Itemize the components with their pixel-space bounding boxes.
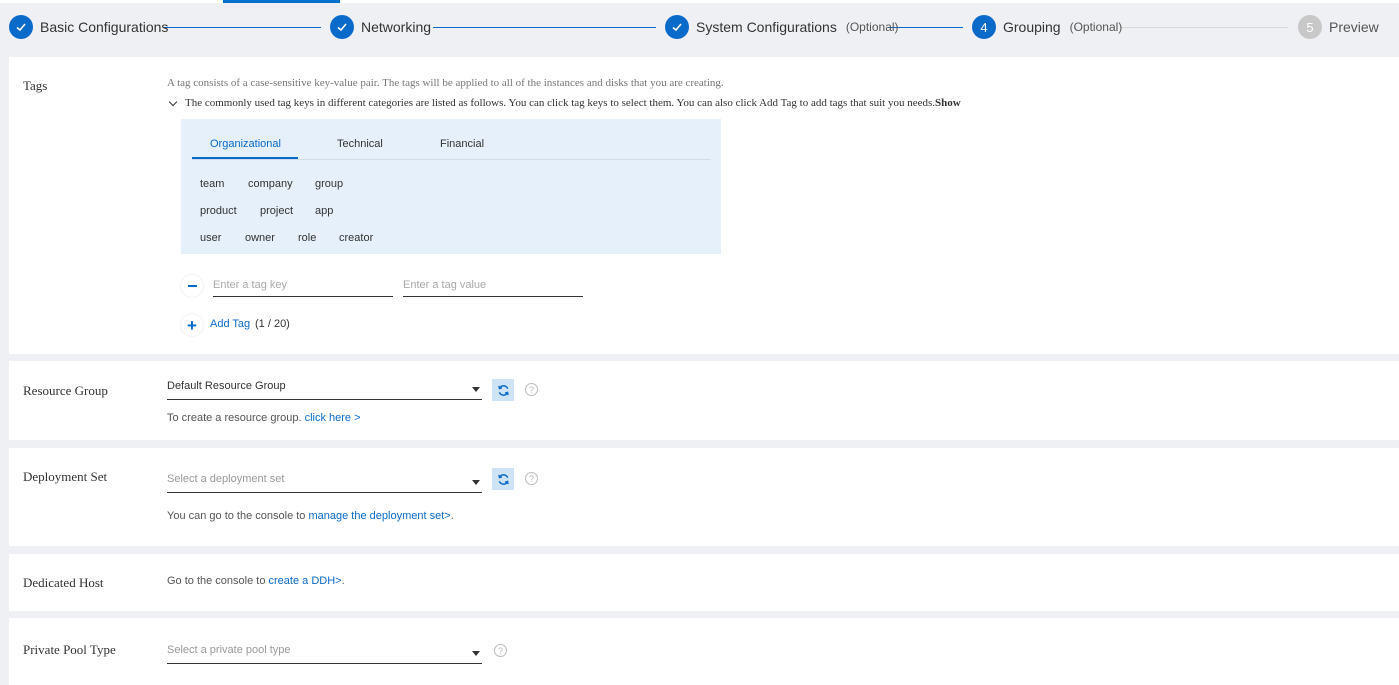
resource-group-note: To create a resource group. click here > (167, 412, 361, 424)
step-optional: (Optional) (845, 20, 899, 34)
tags-section: Tags A tag consists of a case-sensitive … (9, 57, 1399, 354)
step-connector (433, 27, 656, 28)
tag-value-input[interactable]: Enter a tag value (403, 275, 583, 297)
tag-key[interactable]: project (260, 205, 293, 217)
step-system-configurations[interactable]: System Configurations (Optional) (665, 15, 899, 39)
step-optional: (Optional) (1069, 20, 1123, 34)
refresh-button[interactable] (492, 379, 514, 401)
note-suffix: . (341, 575, 345, 587)
tags-description: A tag consists of a case-sensitive key-v… (167, 77, 724, 89)
note-text: Go to the console to (167, 575, 266, 587)
wizard-steps: Basic Configurations Networking System C… (0, 3, 1399, 57)
dedicated-host-note: Go to the console to create a DDH>. (167, 575, 345, 587)
tag-key[interactable]: app (315, 205, 333, 217)
step-number: 4 (972, 15, 996, 39)
step-connector (164, 27, 321, 28)
resource-group-label: Resource Group (23, 383, 108, 398)
check-icon (9, 15, 33, 39)
tags-hint: The commonly used tag keys in different … (167, 97, 961, 109)
note-text: To create a resource group. (167, 412, 302, 424)
tag-keys-panel: Organizational Technical Financial team … (181, 119, 721, 254)
deployment-set-label: Deployment Set (23, 469, 108, 484)
refresh-icon (497, 384, 509, 396)
deployment-set-select[interactable]: Select a deployment set (167, 469, 482, 493)
tag-category-tabs: Organizational Technical Financial (192, 119, 711, 160)
check-icon (665, 15, 689, 39)
caret-down-icon (472, 651, 480, 656)
step-grouping[interactable]: 4 Grouping (Optional) (972, 15, 1122, 39)
remove-tag-button[interactable] (181, 275, 203, 297)
step-connector (888, 27, 963, 28)
manage-deployment-set-link[interactable]: manage the deployment set> (309, 510, 451, 522)
step-basic-configurations[interactable]: Basic Configurations (9, 15, 168, 39)
private-pool-select[interactable]: Select a private pool type (167, 640, 482, 664)
private-pool-label: Private Pool Type (23, 642, 116, 657)
resource-group-value: Default Resource Group (167, 380, 286, 392)
check-icon (330, 15, 354, 39)
plus-icon: + (187, 315, 197, 335)
step-networking[interactable]: Networking (330, 15, 431, 39)
dedicated-host-label: Dedicated Host (23, 575, 104, 590)
tag-key[interactable]: team (200, 178, 224, 190)
step-label: Preview (1329, 19, 1379, 35)
help-icon[interactable]: ? (525, 383, 538, 396)
resource-group-select[interactable]: Default Resource Group (167, 376, 482, 400)
tag-key-input[interactable]: Enter a tag key (213, 275, 393, 297)
help-icon[interactable]: ? (494, 644, 507, 657)
tag-key[interactable]: creator (339, 232, 373, 244)
deployment-set-placeholder: Select a deployment set (167, 473, 285, 485)
deployment-set-note: You can go to the console to manage the … (167, 510, 454, 522)
tag-key[interactable]: user (200, 232, 221, 244)
tab-active-indicator (192, 157, 298, 159)
private-pool-section: Private Pool Type Select a private pool … (9, 618, 1399, 685)
tags-hint-text: The commonly used tag keys in different … (185, 97, 936, 109)
create-ddh-link[interactable]: create a DDH> (269, 575, 342, 587)
tag-key[interactable]: role (298, 232, 316, 244)
tab-organizational[interactable]: Organizational (210, 138, 281, 150)
resource-group-section: Resource Group Default Resource Group ? … (9, 361, 1399, 440)
tag-key[interactable]: group (315, 178, 343, 190)
tag-key[interactable]: company (248, 178, 293, 190)
tag-key[interactable]: owner (245, 232, 275, 244)
note-text: You can go to the console to (167, 510, 306, 522)
private-pool-placeholder: Select a private pool type (167, 644, 291, 656)
chevron-down-icon[interactable] (168, 97, 178, 106)
step-label: Basic Configurations (40, 19, 169, 35)
step-connector (1120, 27, 1288, 28)
help-icon[interactable]: ? (525, 472, 538, 485)
tags-label: Tags (23, 78, 48, 93)
refresh-button[interactable] (492, 468, 514, 490)
refresh-icon (497, 473, 509, 485)
minus-icon (187, 285, 197, 287)
add-tag-icon-button[interactable]: + (181, 314, 203, 336)
add-tag-count: (1 / 20) (255, 318, 290, 330)
create-resource-group-link[interactable]: click here > (305, 412, 361, 424)
step-preview[interactable]: 5 Preview (1298, 15, 1379, 39)
tags-show-toggle[interactable]: Show (935, 97, 961, 109)
caret-down-icon (472, 387, 480, 392)
dedicated-host-section: Dedicated Host Go to the console to crea… (9, 554, 1399, 611)
step-label: Networking (361, 19, 432, 35)
tab-financial[interactable]: Financial (440, 138, 484, 150)
tab-technical[interactable]: Technical (337, 138, 383, 150)
note-suffix: . (450, 510, 454, 522)
caret-down-icon (472, 480, 480, 485)
step-label: Grouping (1003, 19, 1061, 35)
add-tag-link[interactable]: Add Tag (210, 318, 250, 330)
step-label: System Configurations (696, 19, 837, 35)
tag-key[interactable]: product (200, 205, 237, 217)
step-number: 5 (1298, 15, 1322, 39)
deployment-set-section: Deployment Set Select a deployment set ?… (9, 448, 1399, 546)
